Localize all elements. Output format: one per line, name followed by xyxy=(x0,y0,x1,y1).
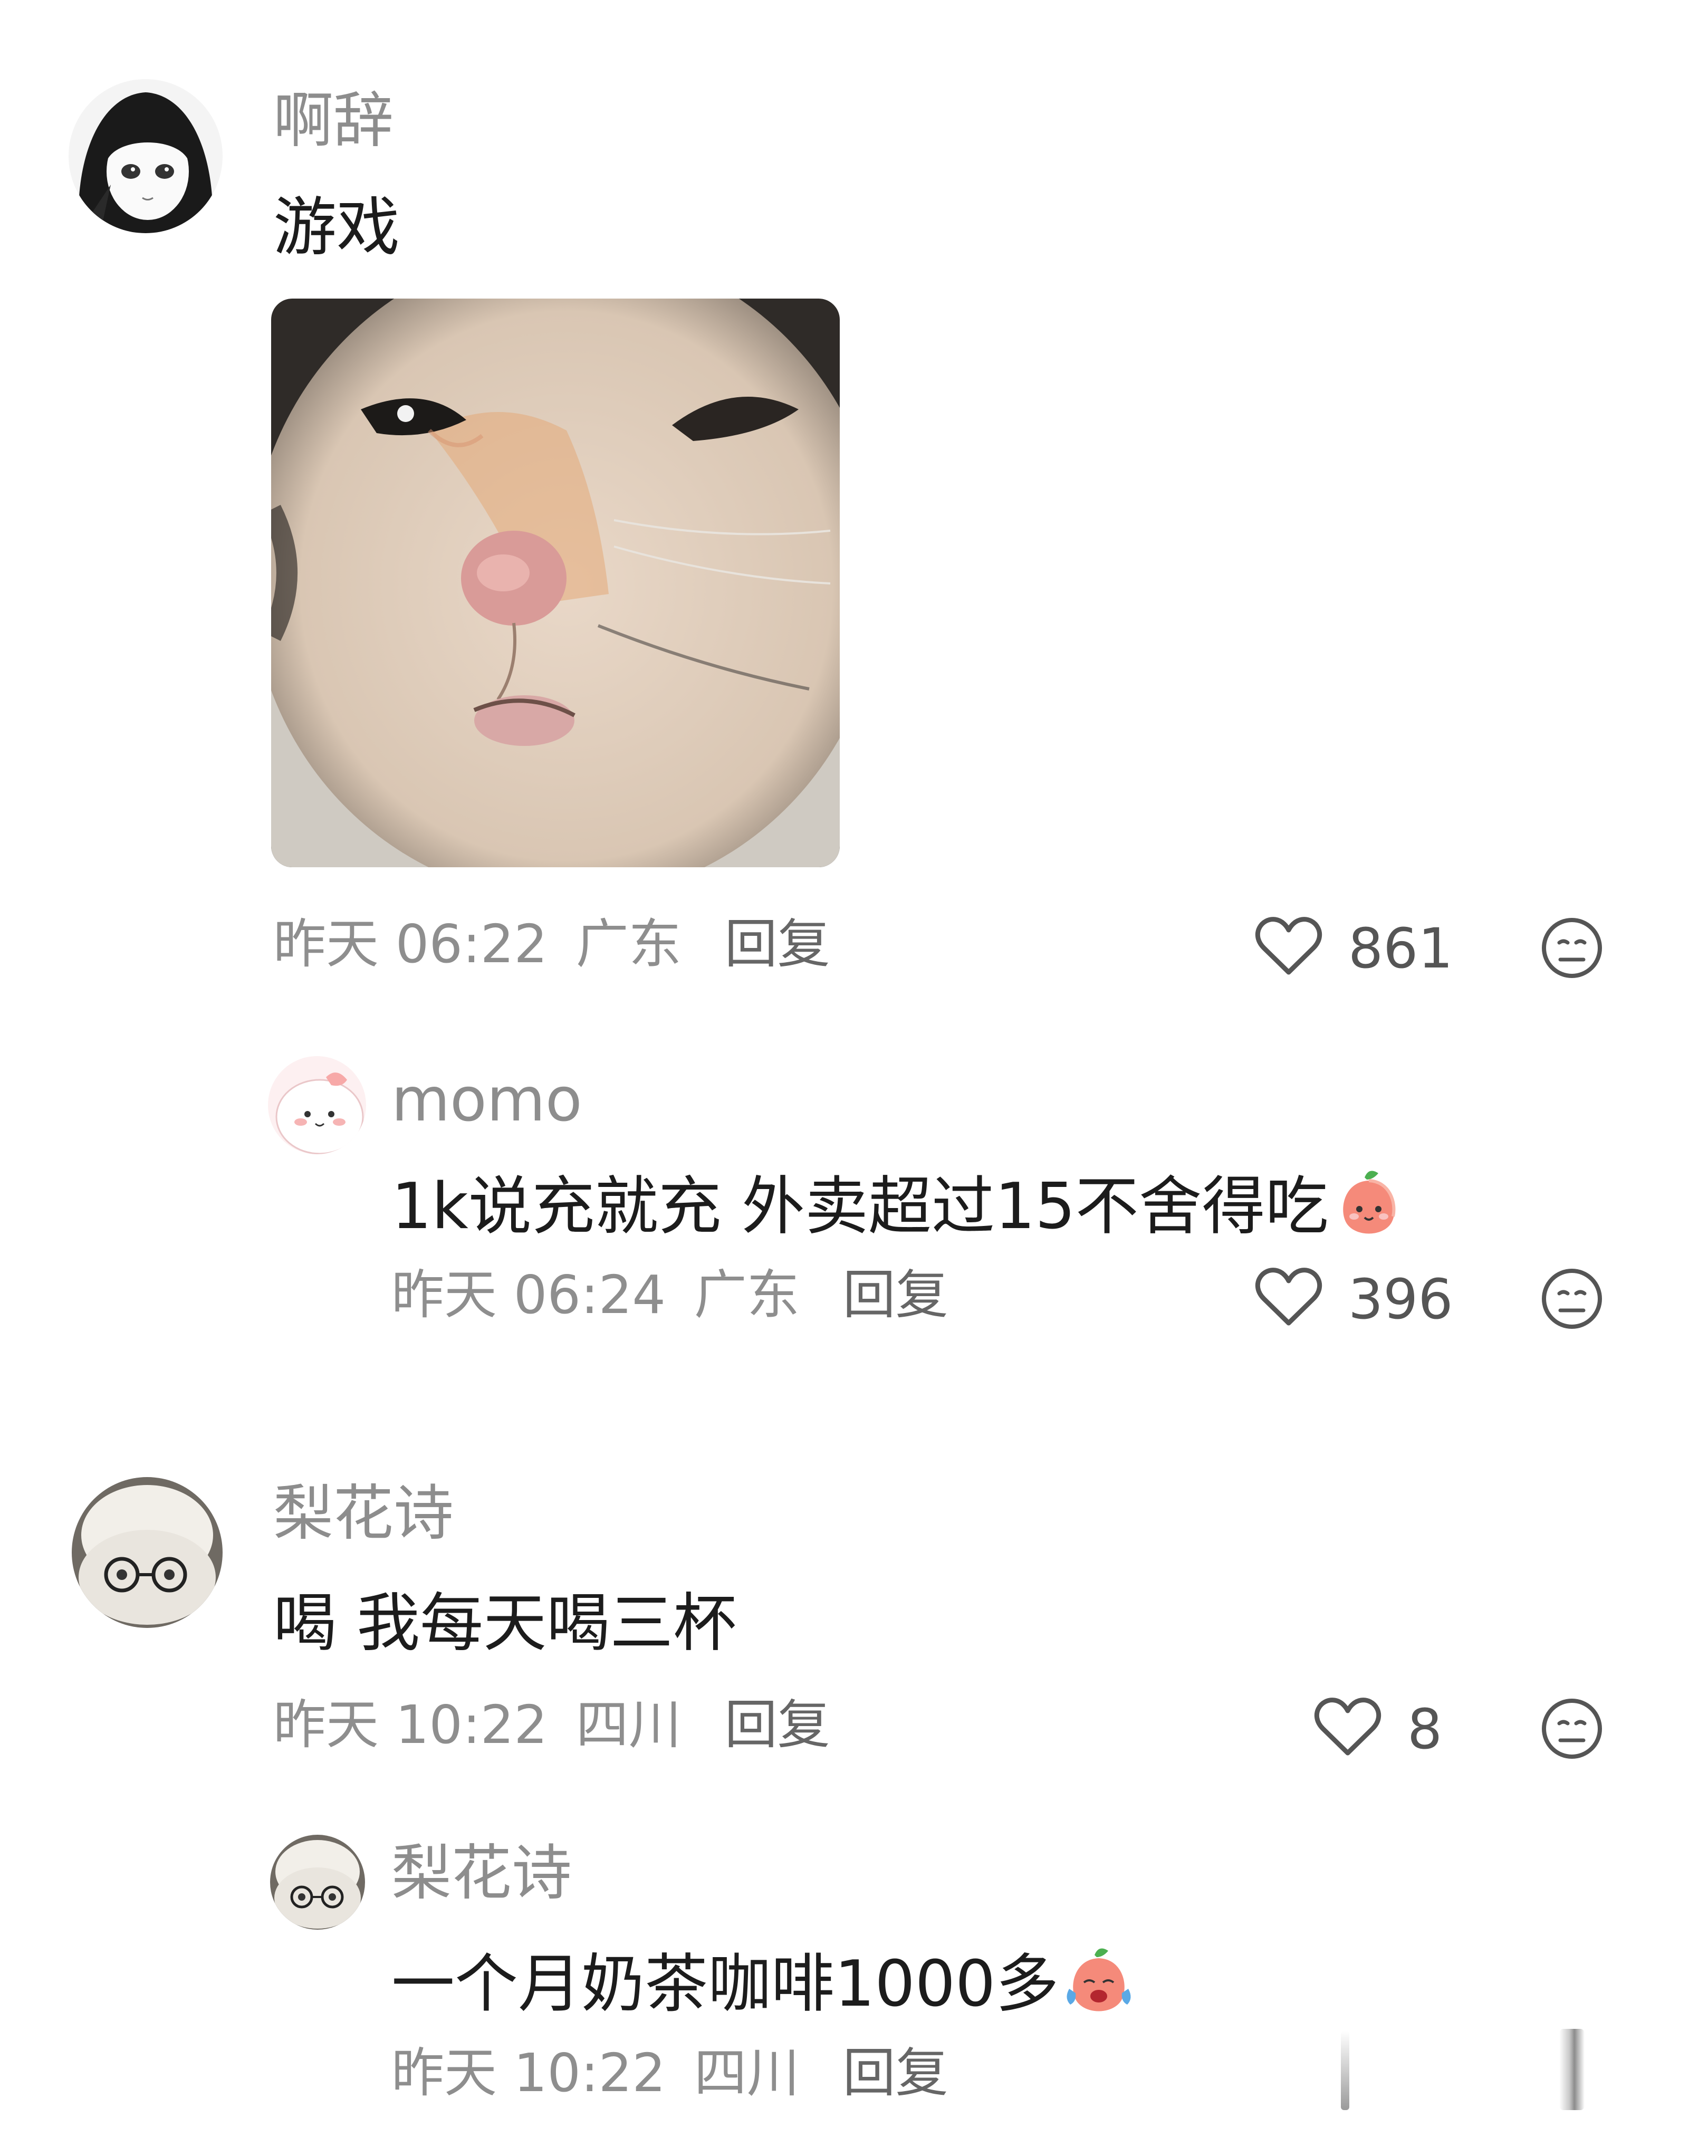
comment-time: 昨天 10:22 xyxy=(273,1694,548,1756)
reply-text: 一个月奶茶咖啡1000多 xyxy=(391,1943,1136,2017)
like-count: 8 xyxy=(1407,1697,1443,1761)
reply-location: 四川 xyxy=(694,2042,800,2104)
reply-button[interactable]: 回复 xyxy=(725,1694,830,1756)
like-count: 396 xyxy=(1348,1267,1453,1331)
reply-meta: 昨天 06:24 广东 回复 xyxy=(391,1269,948,1321)
comment-text: 喝 我每天喝三杯 xyxy=(273,1587,737,1660)
comment-text: 游戏 xyxy=(273,191,400,264)
reply-time: 昨天 06:24 xyxy=(391,1264,666,1326)
comment-time: 昨天 06:22 xyxy=(273,913,548,975)
meh-face-icon[interactable] xyxy=(1540,1267,1604,1330)
username[interactable]: 梨花诗 xyxy=(273,1483,454,1544)
reply-text-content: 一个月奶茶咖啡1000多 xyxy=(391,1948,1059,2021)
heart-outline-icon-partial xyxy=(1341,2031,1349,2110)
comment-location: 广东 xyxy=(575,913,682,975)
cat-meme-image[interactable] xyxy=(271,299,840,867)
meh-face-icon[interactable] xyxy=(1540,916,1604,980)
heart-outline-icon[interactable] xyxy=(1313,1696,1382,1759)
meh-face-icon-partial xyxy=(1559,2029,1585,2110)
crying-peach-emoji xyxy=(1062,1943,1136,2017)
reply-text-content: 1k说充就充 外卖超过15不舍得吃 xyxy=(391,1170,1329,1243)
reply-username[interactable]: 梨花诗 xyxy=(391,1843,572,1903)
like-count: 861 xyxy=(1348,916,1453,981)
reply-button[interactable]: 回复 xyxy=(843,1264,948,1326)
comment-meta: 昨天 10:22 四川 回复 xyxy=(273,1699,830,1751)
reply-text: 1k说充就充 外卖超过15不舍得吃 xyxy=(391,1166,1406,1240)
avatar-achi[interactable] xyxy=(69,79,223,233)
avatar-momo[interactable] xyxy=(268,1056,366,1154)
reply-button[interactable]: 回复 xyxy=(843,2042,948,2104)
meh-face-icon[interactable] xyxy=(1540,1697,1604,1760)
reply-username[interactable]: momo xyxy=(391,1070,582,1130)
avatar-lihuashi[interactable] xyxy=(72,1477,223,1628)
avatar-lihuashi-reply[interactable] xyxy=(270,1835,365,1930)
heart-outline-icon[interactable] xyxy=(1254,1266,1323,1329)
reply-meta: 昨天 10:22 四川 回复 xyxy=(391,2047,948,2100)
comment-meta: 昨天 06:22 广东 回复 xyxy=(273,918,830,971)
reply-location: 广东 xyxy=(694,1264,800,1326)
reply-button[interactable]: 回复 xyxy=(725,913,830,975)
reply-time: 昨天 10:22 xyxy=(391,2042,666,2104)
username[interactable]: 啊辞 xyxy=(273,91,394,151)
heart-outline-icon[interactable] xyxy=(1254,915,1323,979)
comment-location: 四川 xyxy=(575,1694,682,1756)
smiling-peach-emoji xyxy=(1332,1166,1406,1240)
